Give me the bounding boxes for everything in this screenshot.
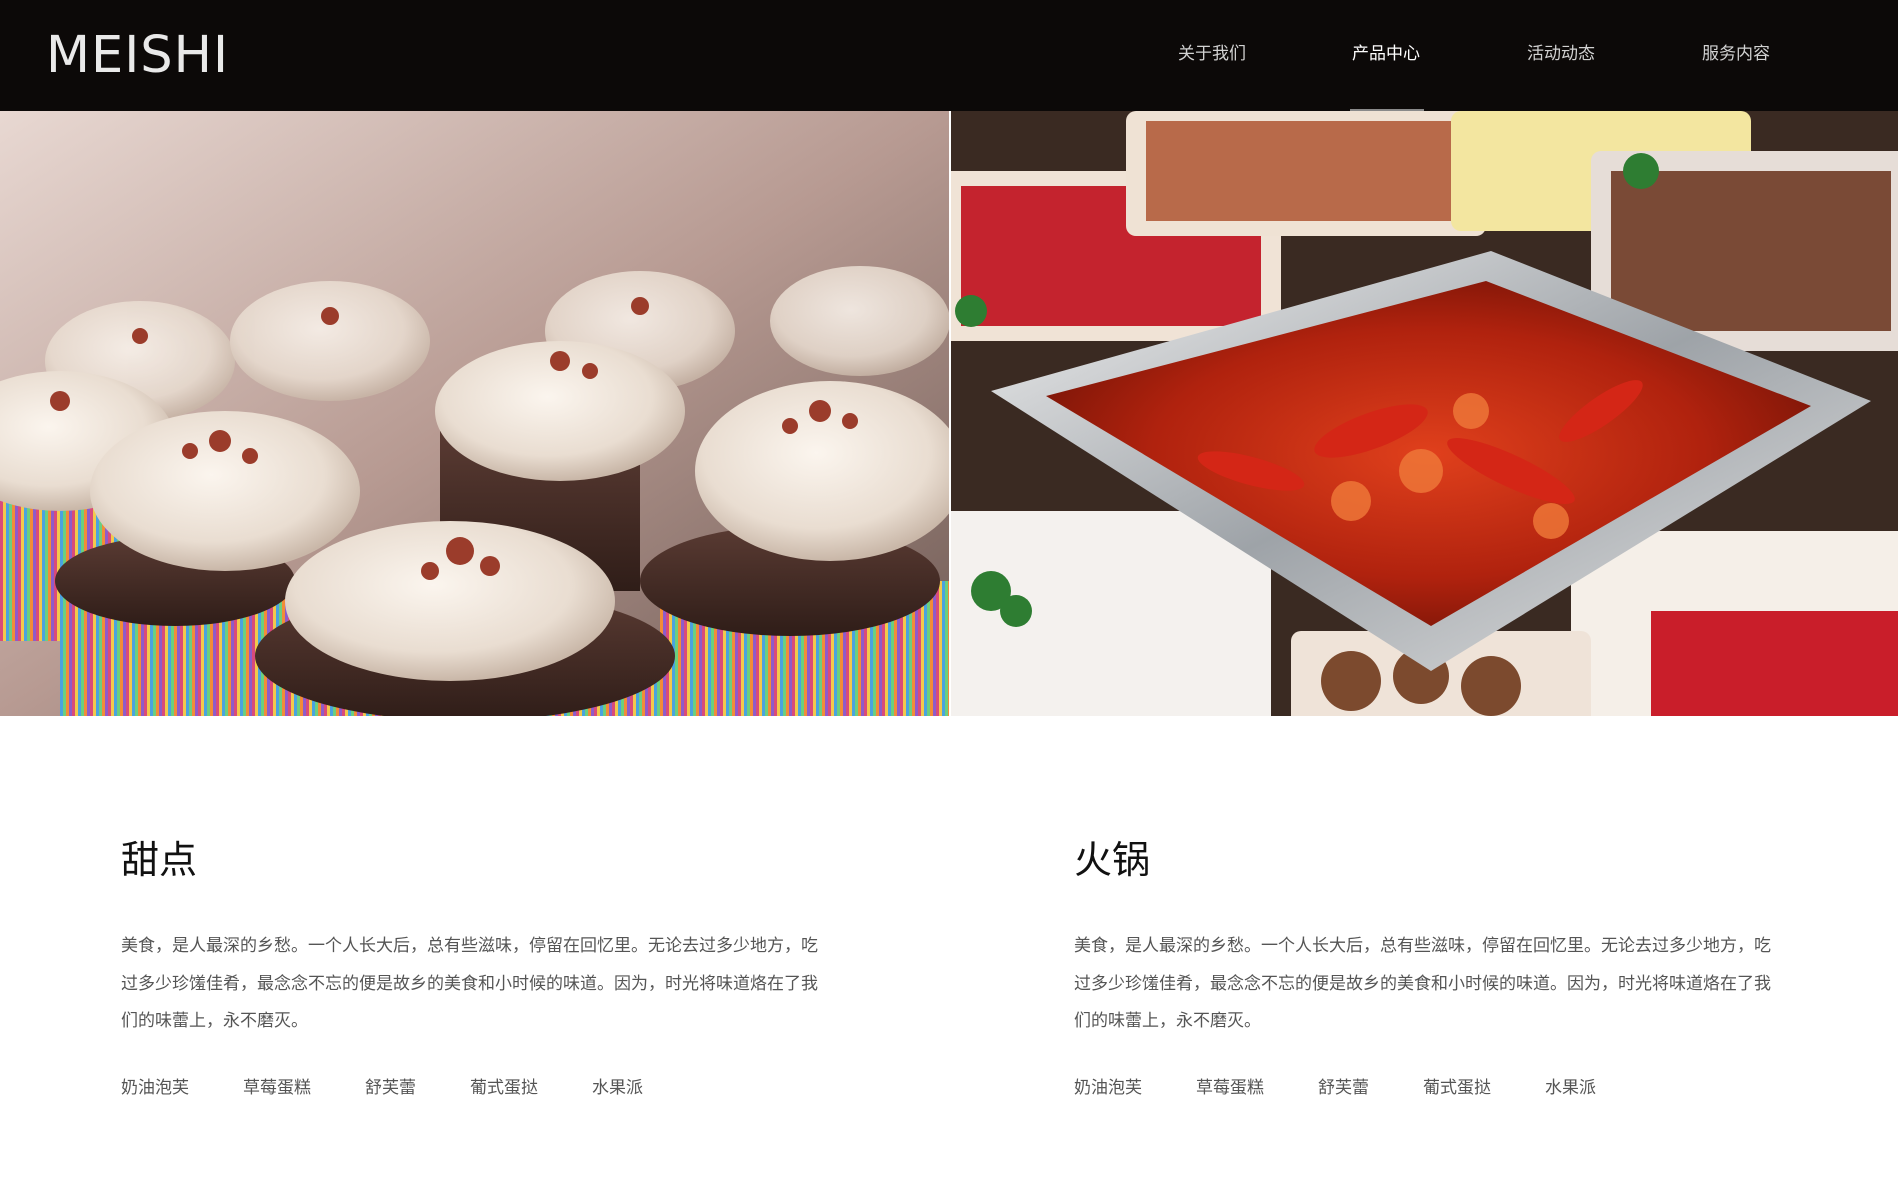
- tag-item[interactable]: 水果派: [1545, 1077, 1596, 1099]
- tag-item[interactable]: 水果派: [592, 1077, 643, 1099]
- hotpot-image: [951, 111, 1898, 716]
- section-hotpot: 火锅 美食，是人最深的乡愁。一个人长大后，总有些滋味，停留在回忆里。无论去过多少…: [1074, 838, 1784, 1099]
- nav-item-services[interactable]: 服务内容: [1702, 44, 1770, 64]
- tag-item[interactable]: 舒芙蕾: [365, 1077, 416, 1099]
- tag-list: 奶油泡芙 草莓蛋糕 舒芙蕾 葡式蛋挞 水果派: [1074, 1077, 1784, 1099]
- tag-list: 奶油泡芙 草莓蛋糕 舒芙蕾 葡式蛋挞 水果派: [121, 1077, 831, 1099]
- tag-item[interactable]: 草莓蛋糕: [1196, 1077, 1264, 1099]
- tag-item[interactable]: 奶油泡芙: [121, 1077, 189, 1099]
- section-description: 美食，是人最深的乡愁。一个人长大后，总有些滋味，停留在回忆里。无论去过多少地方，…: [1074, 936, 1771, 1031]
- tag-item[interactable]: 舒芙蕾: [1318, 1077, 1369, 1099]
- section-title: 火锅: [1074, 838, 1151, 882]
- site-logo[interactable]: MEISHI: [46, 29, 229, 83]
- dessert-image: [0, 111, 949, 716]
- site-header: MEISHI 关于我们 产品中心 活动动态 服务内容: [0, 0, 1898, 111]
- section-title: 甜点: [121, 838, 198, 882]
- section-description: 美食，是人最深的乡愁。一个人长大后，总有些滋味，停留在回忆里。无论去过多少地方，…: [121, 936, 818, 1031]
- nav-item-events[interactable]: 活动动态: [1527, 44, 1595, 64]
- tag-item[interactable]: 葡式蛋挞: [470, 1077, 538, 1099]
- tag-item[interactable]: 葡式蛋挞: [1423, 1077, 1491, 1099]
- tag-item[interactable]: 草莓蛋糕: [243, 1077, 311, 1099]
- nav-item-about[interactable]: 关于我们: [1178, 44, 1246, 64]
- nav-item-products[interactable]: 产品中心: [1352, 44, 1420, 64]
- tag-item[interactable]: 奶油泡芙: [1074, 1077, 1142, 1099]
- section-dessert: 甜点 美食，是人最深的乡愁。一个人长大后，总有些滋味，停留在回忆里。无论去过多少…: [121, 838, 831, 1099]
